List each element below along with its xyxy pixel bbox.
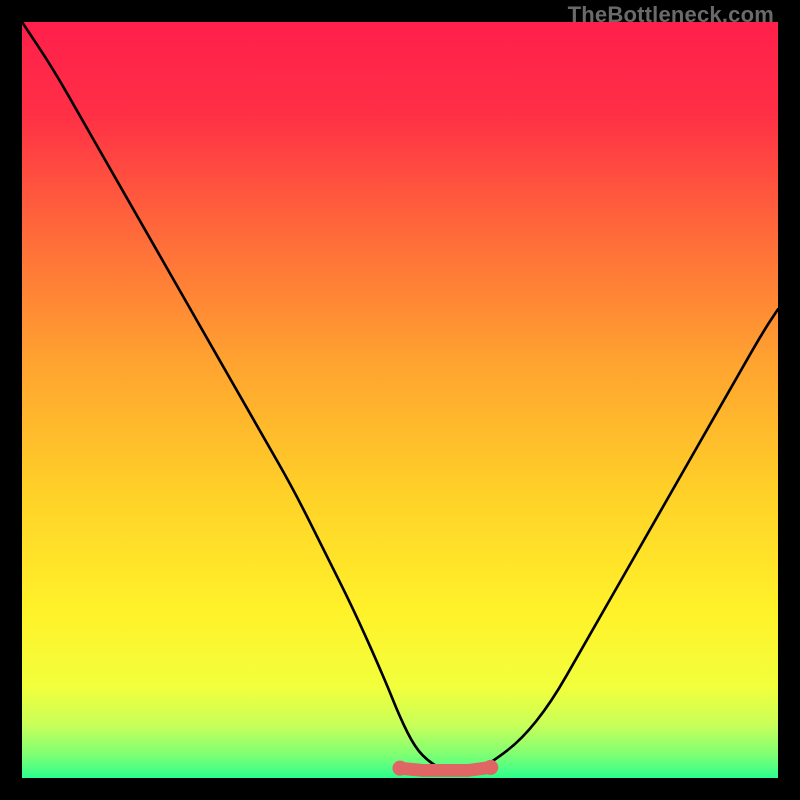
bottleneck-curve-svg	[22, 22, 778, 778]
floor-band-line	[400, 767, 491, 770]
plot-area	[22, 22, 778, 778]
chart-frame: TheBottleneck.com	[0, 0, 800, 800]
bottleneck-curve	[22, 22, 778, 770]
